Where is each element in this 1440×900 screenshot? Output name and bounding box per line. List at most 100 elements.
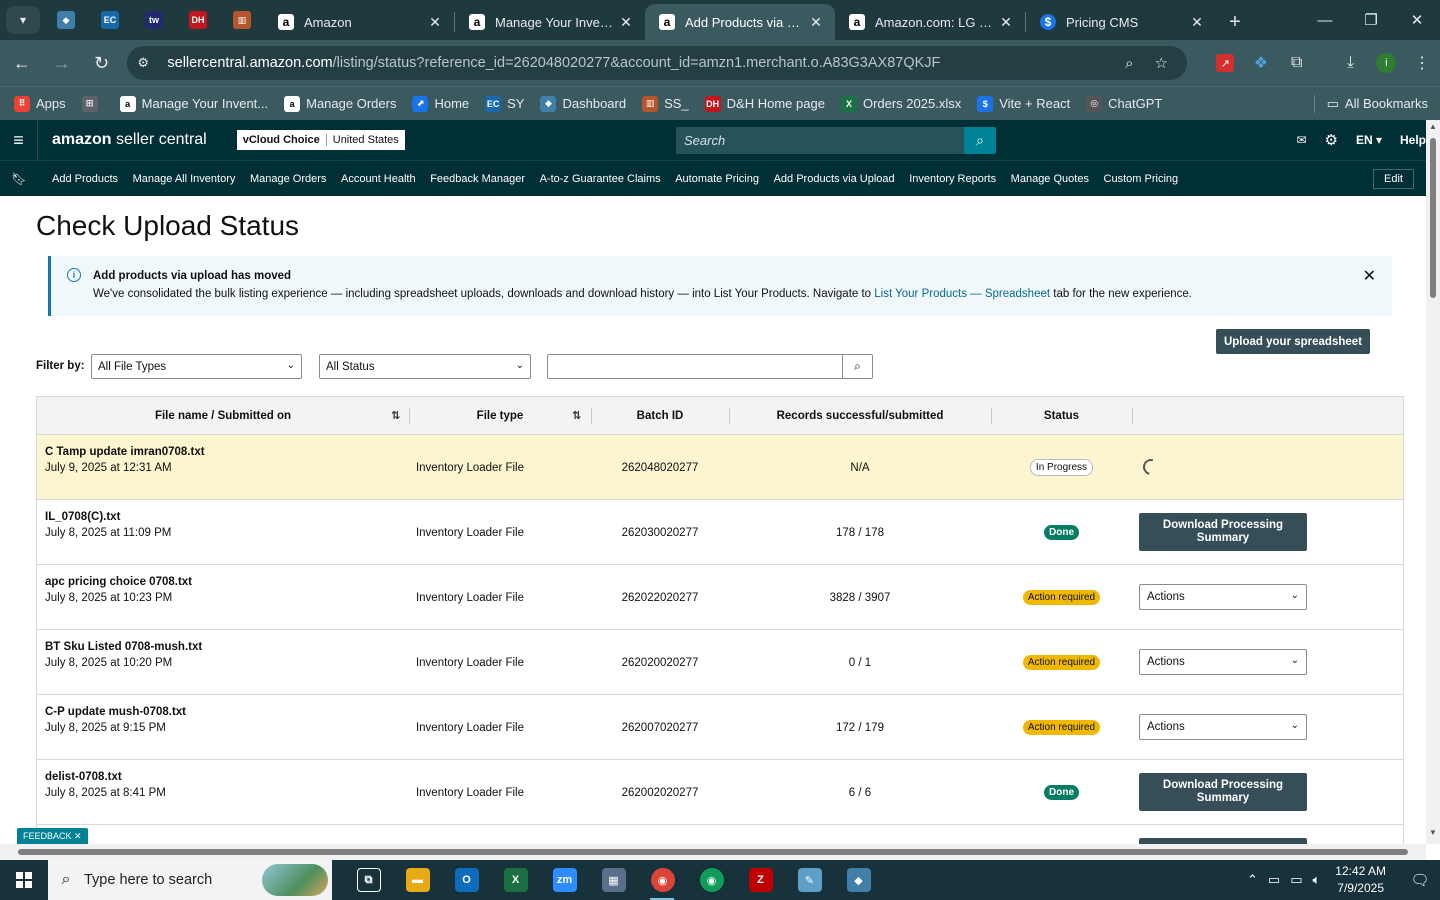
task-view-taskbar-icon[interactable]: ⧉ [344,860,393,900]
browser-tab[interactable]: a Manage Your Inventory ✕ [455,4,645,40]
tab-close-icon[interactable]: ✕ [997,14,1015,31]
download-summary-button[interactable]: Download Processing Summary [1139,513,1307,551]
upload-spreadsheet-button[interactable]: Upload your spreadsheet [1216,329,1370,354]
tab-close-icon[interactable]: ✕ [807,14,825,31]
browser-tab[interactable]: a Add Products via Upload✕ [645,4,835,40]
pinned-tab[interactable]: DH [176,0,220,40]
col-file-type[interactable]: File type [409,397,591,435]
filezilla-taskbar-icon[interactable]: Z [736,860,785,900]
edit-nav-button[interactable]: Edit [1373,168,1414,189]
chrome-taskbar-icon[interactable]: ◉ [638,860,687,900]
nav-link[interactable]: Automate Pricing [675,173,759,185]
nav-link[interactable]: Custom Pricing [1104,173,1179,185]
actions-dropdown[interactable]: Actions ⌄ [1139,584,1307,610]
store-switcher[interactable]: vCloud Choice United States [236,130,405,150]
pinned-tab[interactable]: ▥ [220,0,264,40]
extension-blue-icon[interactable]: ❖ [1243,45,1279,81]
bookmark-item[interactable]: ◎ ChatGPT [1086,95,1162,112]
bookmark-item[interactable]: ▥ SS_ [642,95,689,112]
sort-icon[interactable]: ⇅ [391,409,400,422]
nav-link[interactable]: Add Products [52,173,118,185]
extension-red-icon[interactable]: ↗ [1207,45,1243,81]
scroll-down-icon[interactable]: ▼ [1426,828,1440,842]
display-icon[interactable]: ▭ [1290,872,1302,888]
nav-link[interactable]: A-to-z Guarantee Claims [540,173,661,185]
back-icon[interactable]: ← [4,45,40,81]
browser-tab[interactable]: $ Pricing CMS ✕ [1026,4,1216,40]
nav-link[interactable]: Manage All Inventory [133,173,236,185]
search-icon[interactable]: ⌕ [964,127,996,154]
clock[interactable]: 12:42 AM 7/9/2025 [1335,863,1386,897]
tab-close-icon[interactable]: ✕ [617,14,635,31]
windows-start-icon[interactable] [0,860,48,900]
chrome-2-taskbar-icon[interactable]: ◉ [687,860,736,900]
forward-icon[interactable]: → [44,45,80,81]
browser-menu-icon[interactable]: ⋮ [1404,45,1440,81]
nav-link[interactable]: Feedback Manager [430,173,525,185]
file-type-filter[interactable]: All File Types ⌄ [91,354,302,379]
seller-central-logo[interactable]: amazon seller central [52,131,207,149]
notification-icon[interactable]: 🗨︎ [1400,871,1440,889]
col-file-name[interactable]: File name / Submitted on [37,397,409,435]
pinned-tab[interactable]: ◆ [44,0,88,40]
sort-icon[interactable]: ⇅ [572,409,581,422]
list-your-products-link[interactable]: List Your Products — Spreadsheet [874,288,1050,300]
browser-tab[interactable]: a Amazon.com: LG 55" 5 ✕ [835,4,1025,40]
actions-dropdown[interactable]: Actions ⌄ [1139,714,1307,740]
scroll-up-icon[interactable]: ▲ [1426,122,1440,136]
site-info-icon[interactable]: ⚙ [137,55,157,71]
profile-avatar[interactable]: i [1368,45,1404,81]
status-filter[interactable]: All Status ⌄ [319,354,531,379]
nav-link[interactable]: Add Products via Upload [774,173,895,185]
close-icon[interactable]: ✕ [1363,266,1376,286]
bookmark-item[interactable]: X Orders 2025.xlsx [840,95,961,112]
help-link[interactable]: Help [1400,133,1426,147]
bookmark-item[interactable]: ⬈ Home [412,95,469,112]
language-select[interactable]: EN ▾ [1356,133,1382,147]
all-bookmarks-button[interactable]: ▭ All Bookmarks [1327,96,1428,112]
nav-link[interactable]: Manage Orders [250,173,326,185]
volume-icon[interactable]: 🔈︎ [1312,872,1320,888]
nav-link[interactable]: Account Health [341,173,416,185]
tab-close-icon[interactable]: ✕ [1188,14,1206,31]
bookmark-item[interactable]: a Manage Your Invent... [119,95,268,112]
zoom-taskbar-icon[interactable]: zm [540,860,589,900]
bookmark-item[interactable]: $ Vite + React [977,95,1070,112]
notepad-taskbar-icon[interactable]: ✎ [785,860,834,900]
outlook-taskbar-icon[interactable]: O [442,860,491,900]
extensions-puzzle-icon[interactable]: ⧉ [1279,45,1315,81]
zoom-icon[interactable]: ⌕ [1113,55,1145,72]
nav-link[interactable]: Inventory Reports [909,173,996,185]
bookmark-icon[interactable]: 🔖︎ [0,172,38,186]
pinned-tab[interactable]: tw [132,0,176,40]
bookmark-item[interactable]: a Manage Orders [284,95,396,112]
pinned-tab[interactable]: EC [88,0,132,40]
scroll-thumb[interactable] [1430,138,1436,298]
bookmark-item[interactable]: EC SY [485,95,524,112]
bookmark-item[interactable]: ◆ Dashboard [540,95,626,112]
horizontal-scrollbar[interactable] [0,844,1426,860]
close-window-icon[interactable]: ✕ [1394,0,1440,40]
actions-dropdown[interactable]: Actions ⌄ [1139,649,1307,675]
seller-search-input[interactable]: Search [676,127,964,154]
minimize-icon[interactable]: — [1302,0,1348,40]
bookmark-item[interactable]: DH D&H Home page [704,95,825,112]
download-summary-button[interactable]: Download Processing Summary [1139,773,1307,811]
hamburger-menu-icon[interactable]: ≡ [0,120,38,160]
bookmark-star-icon[interactable]: ☆ [1145,54,1177,72]
feedback-tab[interactable]: FEEDBACK ✕ [17,828,88,844]
excel-taskbar-icon[interactable]: X [491,860,540,900]
tab-close-icon[interactable]: ✕ [426,14,444,31]
file-explorer-taskbar-icon[interactable]: ▬ [393,860,442,900]
app-diamond-taskbar-icon[interactable]: ◆ [834,860,883,900]
network-icon[interactable]: ▭ [1268,872,1280,888]
scroll-thumb[interactable] [18,849,1408,855]
tab-search-button[interactable]: ▾ [6,6,40,34]
vertical-scrollbar[interactable]: ▲ ▼ [1426,120,1440,844]
download-icon[interactable]: ⤓ [1333,45,1369,81]
reload-icon[interactable]: ↻ [84,45,120,81]
browser-tab[interactable]: a Amazon ✕ [264,4,454,40]
nav-link[interactable]: Manage Quotes [1011,173,1089,185]
mail-icon[interactable]: ✉ [1296,133,1306,147]
address-bar[interactable]: ⚙ sellercentral.amazon.com/listing/statu… [127,46,1188,80]
